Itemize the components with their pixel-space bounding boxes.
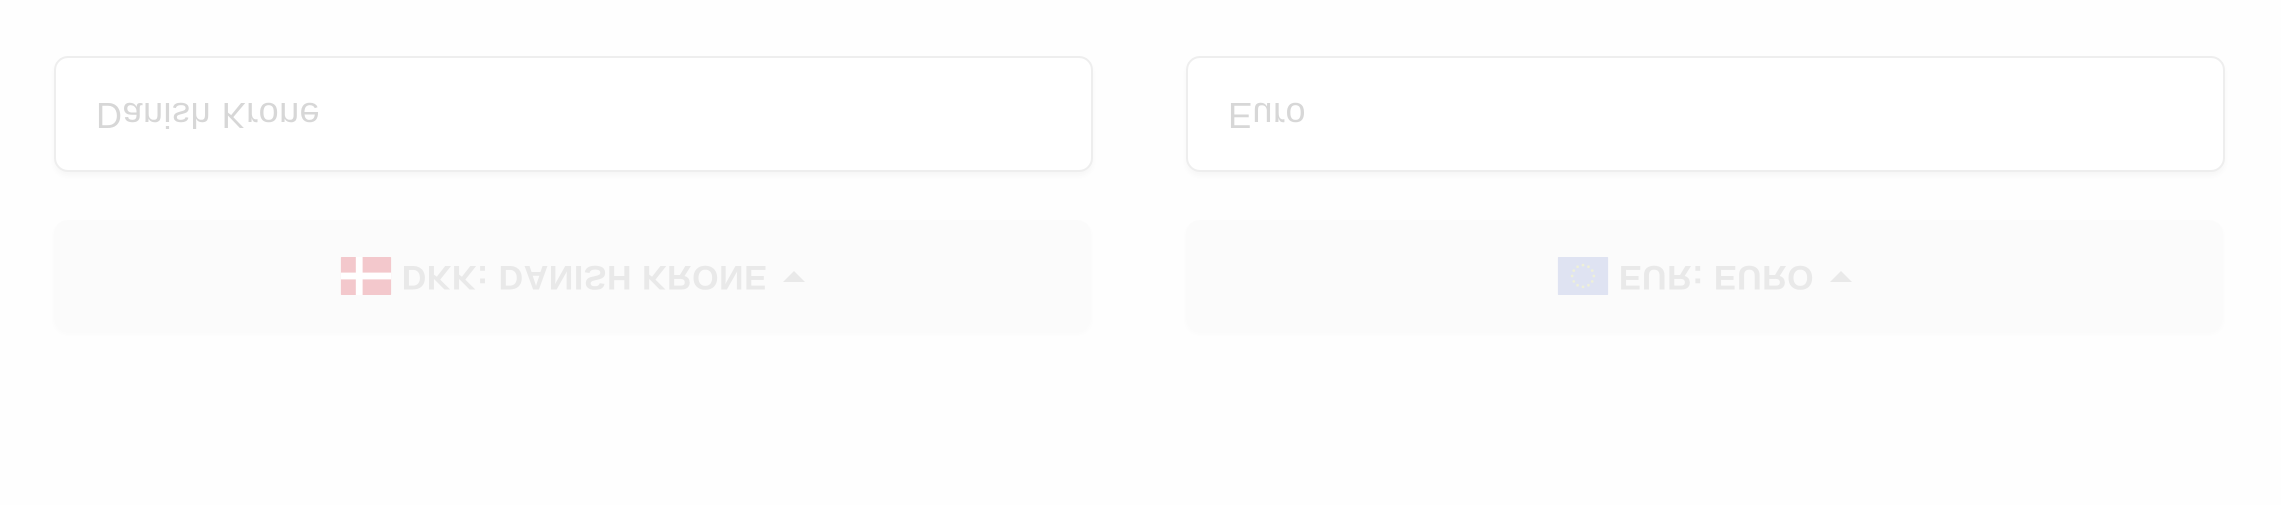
from-amount-input[interactable]: Danish Krone xyxy=(54,56,1093,172)
caret-up-icon xyxy=(783,270,806,282)
to-currency-label: EUR: EURO xyxy=(1618,257,1815,296)
from-amount-input-value: Danish Krone xyxy=(96,95,321,136)
from-currency-label: DKK: DANISH KRONE xyxy=(401,257,768,296)
from-currency-select[interactable]: DKK: DANISH KRONE xyxy=(54,220,1091,332)
to-currency-select[interactable]: EUR: EURO xyxy=(1186,220,2223,332)
caret-up-icon xyxy=(1830,270,1853,282)
to-amount-input[interactable]: Euro xyxy=(1186,56,2225,172)
eu-flag-icon xyxy=(1557,257,1608,295)
to-amount-input-value: Euro xyxy=(1228,95,1307,136)
denmark-flag-icon xyxy=(340,257,391,295)
